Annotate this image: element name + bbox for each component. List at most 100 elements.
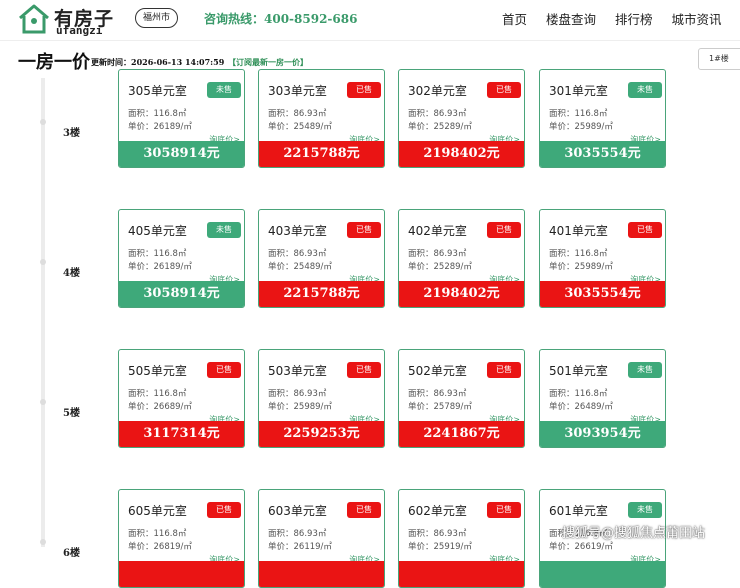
unit-price-row: 单价：26619/㎡ xyxy=(549,540,613,552)
timeline-dot xyxy=(40,259,46,265)
site-logo[interactable]: 有房子 ufangzi xyxy=(16,2,116,38)
status-badge: 已售 xyxy=(347,82,381,98)
area-value: 116.8㎡ xyxy=(153,529,187,539)
nav-item-city-news[interactable]: 城市资讯 xyxy=(672,12,722,27)
timeline-dot xyxy=(40,119,46,125)
area-row: 面积：86.93㎡ xyxy=(268,387,326,399)
unit-card[interactable]: 305单元室 未售 面积：116.8㎡ 单价：26189/㎡ 询底价> 3058914元 xyxy=(118,69,245,168)
unit-price-label: 单价： xyxy=(408,122,434,132)
unit-price-row: 单价：26189/㎡ xyxy=(128,260,192,272)
room-name: 402单元室 xyxy=(408,224,467,238)
area-label: 面积： xyxy=(408,389,434,399)
total-price: 2215788元 xyxy=(259,281,384,307)
status-badge: 已售 xyxy=(487,362,521,378)
unit-price-label: 单价： xyxy=(268,262,294,272)
floor-label: 5楼 xyxy=(63,408,80,419)
hotline: 咨询热线：400-8592-686 xyxy=(204,12,358,26)
unit-card[interactable]: 502单元室 已售 面积：86.93㎡ 单价：25789/㎡ 询底价> 2241867元 xyxy=(398,349,525,448)
unit-price-value: 25919/㎡ xyxy=(433,542,472,552)
total-price: 3058914元 xyxy=(119,281,244,307)
city-selector[interactable]: 福州市 xyxy=(135,8,179,28)
area-row: 面积：116.8㎡ xyxy=(549,107,607,119)
status-badge: 已售 xyxy=(347,222,381,238)
main-nav: 首页 楼盘查询 排行榜 城市资讯 百科 xyxy=(502,9,740,28)
area-label: 面积： xyxy=(268,389,294,399)
unit-price-value: 26489/㎡ xyxy=(574,402,613,412)
status-badge: 已售 xyxy=(628,222,662,238)
unit-card[interactable]: 505单元室 已售 面积：116.8㎡ 单价：26689/㎡ 询底价> 3117314元 xyxy=(118,349,245,448)
total-price: 2241867元 xyxy=(399,421,524,447)
unit-price-label: 单价： xyxy=(268,122,294,132)
area-label: 面积： xyxy=(268,529,294,539)
unit-price-row: 单价：25989/㎡ xyxy=(268,400,332,412)
area-label: 面积： xyxy=(408,109,434,119)
area-label: 面积： xyxy=(128,249,154,259)
area-label: 面积： xyxy=(128,529,154,539)
area-value: 86.93㎡ xyxy=(433,529,467,539)
unit-card[interactable]: 402单元室 已售 面积：86.93㎡ 单价：25289/㎡ 询底价> 2198402元 xyxy=(398,209,525,308)
area-row: 面积：86.93㎡ xyxy=(408,107,466,119)
unit-price-value: 25289/㎡ xyxy=(433,122,472,132)
area-row: 面积：86.93㎡ xyxy=(268,527,326,539)
status-badge: 已售 xyxy=(207,502,241,518)
area-label: 面积： xyxy=(549,109,575,119)
floor-label: 3楼 xyxy=(63,128,80,139)
subscribe-link[interactable]: 【订阅最新一房一价】 xyxy=(228,57,308,68)
total-price: 3058914元 xyxy=(119,141,244,167)
area-label: 面积： xyxy=(128,389,154,399)
status-badge: 未售 xyxy=(628,82,662,98)
area-value: 116.8㎡ xyxy=(574,389,608,399)
status-badge: 未售 xyxy=(207,222,241,238)
unit-card[interactable]: 301单元室 未售 面积：116.8㎡ 单价：25989/㎡ 询底价> 3035554元 xyxy=(539,69,666,168)
unit-price-label: 单价： xyxy=(549,122,575,132)
unit-card[interactable]: 503单元室 已售 面积：86.93㎡ 单价：25989/㎡ 询底价> 2259253元 xyxy=(258,349,385,448)
unit-card[interactable]: 602单元室 已售 面积：86.93㎡ 单价：25919/㎡ 询底价> xyxy=(398,489,525,588)
unit-price-row: 单价：26189/㎡ xyxy=(128,120,192,132)
nav-item-home[interactable]: 首页 xyxy=(502,12,527,27)
area-value: 116.8㎡ xyxy=(153,389,187,399)
unit-card[interactable]: 401单元室 已售 面积：116.8㎡ 单价：25989/㎡ 询底价> 3035554元 xyxy=(539,209,666,308)
unit-price-row: 单价：25989/㎡ xyxy=(549,120,613,132)
room-name: 602单元室 xyxy=(408,504,467,518)
floor-label: 4楼 xyxy=(63,268,80,279)
area-value: 86.93㎡ xyxy=(433,389,467,399)
status-badge: 未售 xyxy=(628,502,662,518)
nav-item-ranking[interactable]: 排行榜 xyxy=(615,12,653,27)
unit-card[interactable]: 405单元室 未售 面积：116.8㎡ 单价：26189/㎡ 询底价> 3058914元 xyxy=(118,209,245,308)
unit-price-value: 26619/㎡ xyxy=(574,542,613,552)
status-badge: 未售 xyxy=(207,82,241,98)
timeline-dot xyxy=(40,539,46,545)
total-price: 2215788元 xyxy=(259,141,384,167)
floor-label: 6楼 xyxy=(63,548,80,559)
area-row: 面积：86.93㎡ xyxy=(408,527,466,539)
unit-price-label: 单价： xyxy=(128,542,154,552)
update-time: 更新时间：2026-06-13 14:07:59 xyxy=(91,57,225,67)
area-label: 面积： xyxy=(408,249,434,259)
nav-item-property-search[interactable]: 楼盘查询 xyxy=(546,12,596,27)
total-price xyxy=(399,561,524,587)
unit-price-label: 单价： xyxy=(128,122,154,132)
building-selector[interactable]: 1#楼 xyxy=(698,48,740,70)
unit-card[interactable]: 603单元室 已售 面积：86.93㎡ 单价：26119/㎡ 询底价> xyxy=(258,489,385,588)
area-row: 面积：116.8㎡ xyxy=(128,107,186,119)
unit-price-label: 单价： xyxy=(549,262,575,272)
unit-card[interactable]: 302单元室 已售 面积：86.93㎡ 单价：25289/㎡ 询底价> 2198402元 xyxy=(398,69,525,168)
room-name: 501单元室 xyxy=(549,364,608,378)
area-label: 面积： xyxy=(408,529,434,539)
area-value: 86.93㎡ xyxy=(293,109,327,119)
unit-card[interactable]: 605单元室 已售 面积：116.8㎡ 单价：26819/㎡ 询底价> xyxy=(118,489,245,588)
unit-price-row: 单价：26119/㎡ xyxy=(268,540,332,552)
status-badge: 未售 xyxy=(628,362,662,378)
area-row: 面积：116.8㎡ xyxy=(128,387,186,399)
unit-card[interactable]: 303单元室 已售 面积：86.93㎡ 单价：25489/㎡ 询底价> 2215788元 xyxy=(258,69,385,168)
unit-price-row: 单价：25289/㎡ xyxy=(408,120,472,132)
unit-price-row: 单价：25919/㎡ xyxy=(408,540,472,552)
unit-card[interactable]: 403单元室 已售 面积：86.93㎡ 单价：25489/㎡ 询底价> 2215788元 xyxy=(258,209,385,308)
unit-card[interactable]: 501单元室 未售 面积：116.8㎡ 单价：26489/㎡ 询底价> 3093954元 xyxy=(539,349,666,448)
status-badge: 已售 xyxy=(347,362,381,378)
room-name: 401单元室 xyxy=(549,224,608,238)
unit-price-value: 25489/㎡ xyxy=(293,262,332,272)
room-name: 603单元室 xyxy=(268,504,327,518)
area-value: 116.8㎡ xyxy=(574,249,608,259)
room-name: 302单元室 xyxy=(408,84,467,98)
